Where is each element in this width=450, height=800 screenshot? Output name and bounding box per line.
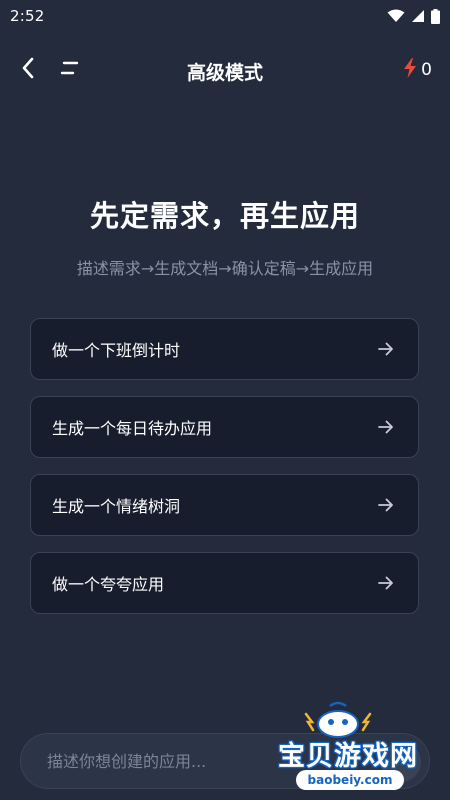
suggestion-label: 生成一个每日待办应用	[52, 419, 213, 438]
suggestion-label: 生成一个情绪树洞	[52, 497, 181, 516]
suggestion-card[interactable]: 做一个夸夸应用	[30, 552, 419, 614]
send-button[interactable]	[381, 742, 421, 782]
credits-count: 0	[421, 60, 432, 80]
prompt-input[interactable]	[47, 751, 267, 771]
suggestion-label: 做一个下班倒计时	[52, 341, 181, 360]
arrow-right-icon	[378, 498, 394, 512]
suggestion-card[interactable]: 做一个下班倒计时	[30, 318, 419, 380]
status-bar: 2:52	[0, 0, 450, 32]
prompt-input-bar	[20, 733, 430, 789]
suggestion-card[interactable]: 生成一个情绪树洞	[30, 474, 419, 536]
status-icons	[387, 8, 440, 24]
credits-indicator[interactable]: 0	[403, 58, 432, 82]
wifi-icon	[387, 9, 405, 23]
cellular-signal-icon	[411, 9, 425, 23]
nav-bar: 高级模式 0	[0, 48, 450, 92]
hero-subtitle: 描述需求→生成文档→确认定稿→生成应用	[76, 259, 374, 278]
suggestion-list: 做一个下班倒计时 生成一个每日待办应用 生成一个情绪树洞 做一个夸夸应用	[30, 318, 419, 630]
arrow-right-icon	[378, 420, 394, 434]
lightning-icon	[403, 58, 417, 82]
status-time: 2:52	[10, 7, 45, 25]
arrow-right-icon	[378, 576, 394, 590]
page-title: 高级模式	[186, 62, 263, 84]
hero-title: 先定需求，再生应用	[89, 199, 360, 233]
battery-icon	[431, 8, 440, 24]
suggestion-card[interactable]: 生成一个每日待办应用	[30, 396, 419, 458]
arrow-right-icon	[378, 342, 394, 356]
suggestion-label: 做一个夸夸应用	[52, 575, 165, 594]
